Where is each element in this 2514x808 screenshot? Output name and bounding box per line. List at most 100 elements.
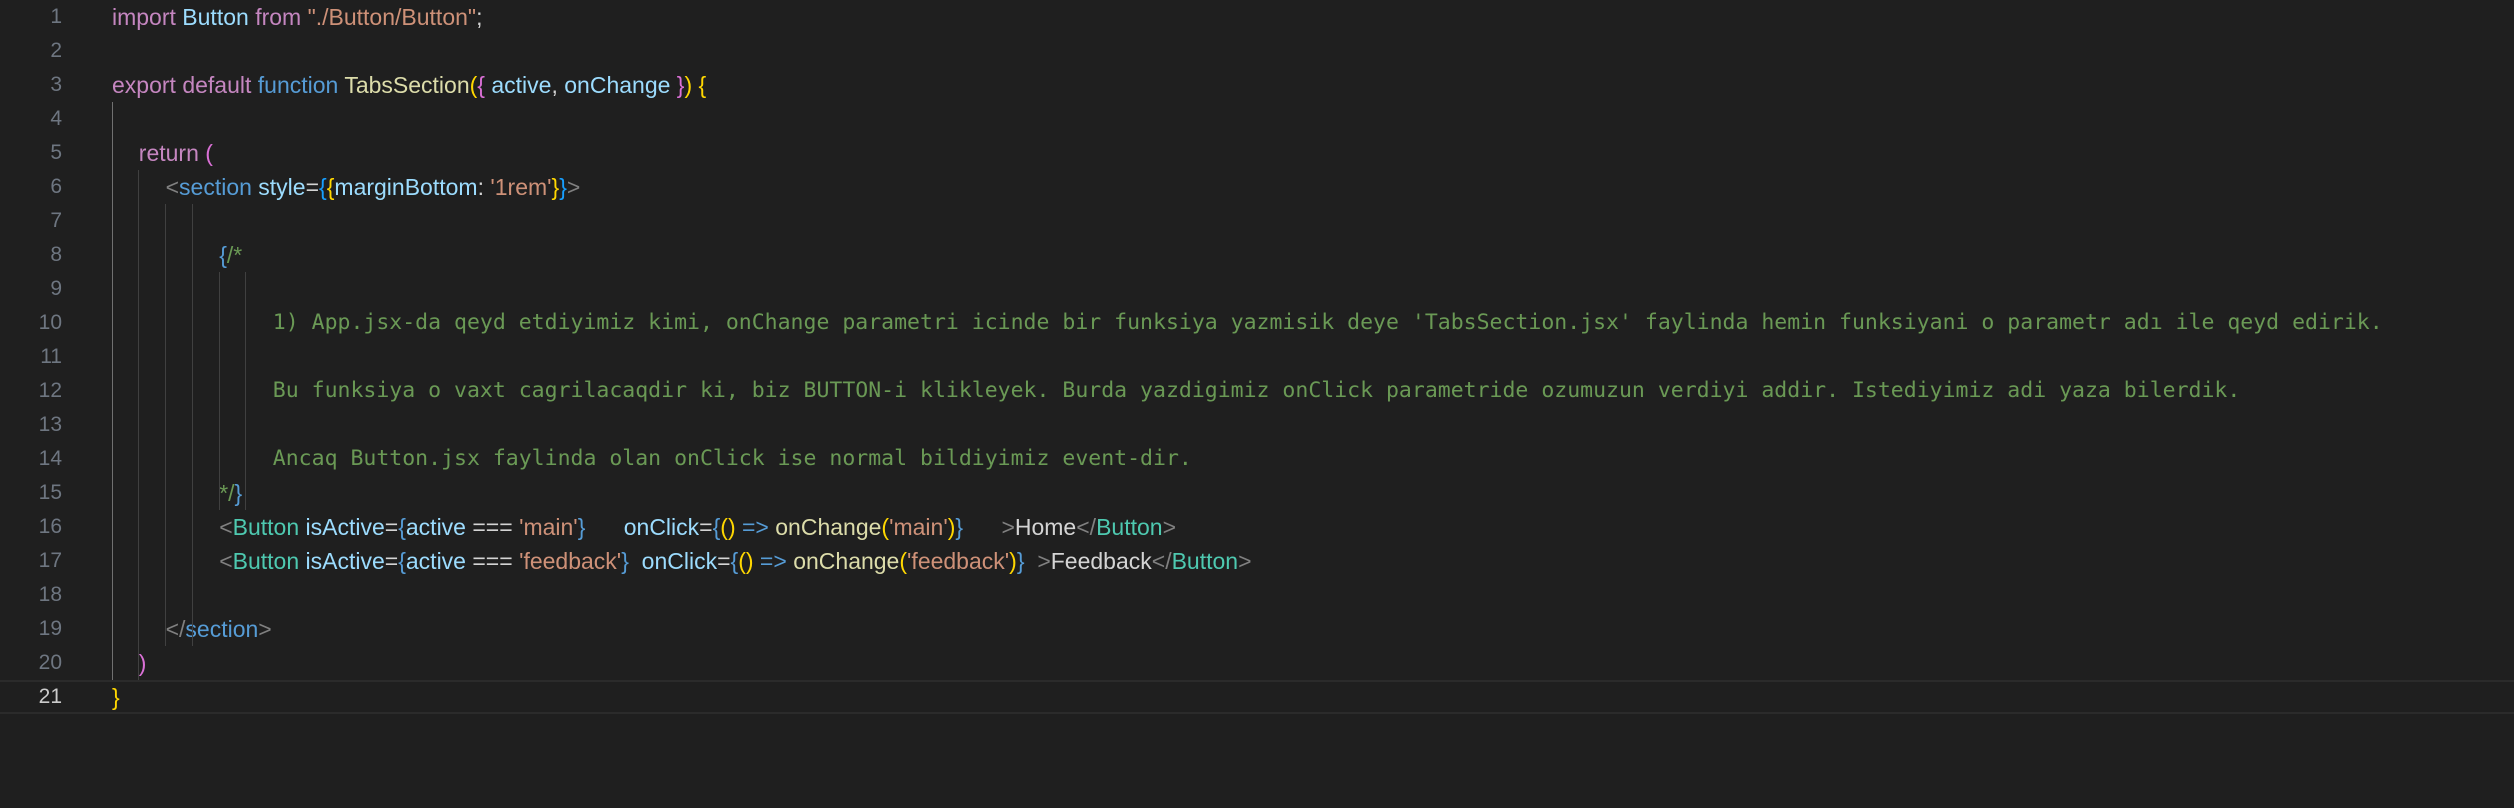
code-line[interactable]: 19 </section>	[0, 612, 2514, 646]
code-content: {/*	[219, 243, 242, 267]
code-token: ()	[738, 548, 754, 574]
code-token: active	[405, 548, 473, 574]
code-token: <	[219, 548, 233, 574]
code-token: }	[955, 514, 964, 540]
code-line[interactable]: 18	[0, 578, 2514, 612]
code-content: Bu funksiya o vaxt cagrilacaqdir ki, biz…	[273, 379, 2241, 403]
code-token: 1) App.jsx-da qeyd etdiyimiz kimi, onCha…	[272, 310, 2383, 335]
code-token: Bu funksiya o vaxt cagrilacaqdir ki, biz…	[272, 378, 2241, 403]
code-token: (	[881, 514, 890, 540]
code-line[interactable]: 3 export default function TabsSection({ a…	[0, 68, 2514, 102]
code-token: )	[684, 72, 693, 98]
code-line[interactable]: 13	[0, 408, 2514, 442]
code-token: {	[398, 514, 406, 540]
indent-guide	[138, 170, 139, 680]
code-token: </	[1151, 548, 1172, 574]
code-line[interactable]: 14 Ancaq Button.jsx faylinda olan onClick…	[0, 442, 2514, 476]
code-line[interactable]: 4	[0, 102, 2514, 136]
code-token: active	[491, 72, 552, 98]
code-token: Ancaq Button.jsx faylinda olan onClick i…	[272, 446, 1192, 471]
indent-guide	[192, 204, 193, 646]
code-token: ()	[720, 514, 736, 540]
code-line[interactable]: 11	[0, 340, 2514, 374]
code-line[interactable]: 7	[0, 204, 2514, 238]
code-content: <section style={{marginBottom: '1rem'}}>	[166, 175, 581, 199]
code-token: 'main'	[519, 514, 578, 540]
code-token: )	[1009, 548, 1017, 574]
code-token: ;	[476, 4, 483, 30]
code-line[interactable]: 2	[0, 34, 2514, 68]
line-number: 11	[40, 345, 62, 368]
code-line[interactable]: 15 */}	[0, 476, 2514, 510]
code-token: =>	[735, 514, 776, 540]
code-token: onChange	[775, 514, 882, 540]
code-token: >	[566, 174, 581, 200]
code-token: section	[179, 174, 259, 200]
code-content: <Button isActive={active === 'main'} onC…	[219, 515, 1176, 539]
code-token: ===	[472, 514, 520, 540]
code-token: :	[477, 174, 491, 200]
code-token: isActive	[305, 548, 385, 574]
code-token: {	[219, 242, 227, 268]
indent-guide	[219, 272, 220, 510]
code-content: */}	[219, 481, 242, 505]
code-token: >	[1037, 548, 1051, 574]
code-token: default	[182, 72, 258, 98]
line-number: 10	[38, 311, 62, 334]
code-token: 'feedback'	[907, 548, 1010, 574]
code-token: {	[698, 72, 707, 98]
code-token: '1rem'	[490, 174, 552, 200]
line-number: 3	[50, 73, 62, 96]
code-token: Home	[1014, 514, 1077, 540]
code-token: active	[405, 514, 473, 540]
indent-guide	[112, 102, 113, 680]
code-token: style	[258, 174, 306, 200]
code-token: TabsSection	[344, 72, 470, 98]
line-number: 7	[50, 209, 62, 232]
line-number: 5	[50, 141, 62, 164]
code-token: "./Button/Button"	[307, 4, 477, 30]
code-token: </	[165, 616, 186, 642]
code-token: {	[319, 174, 327, 200]
line-number: 14	[38, 447, 62, 470]
code-token: return	[138, 140, 206, 166]
indent-guide	[165, 204, 166, 646]
code-token: =	[384, 514, 399, 540]
code-token: onChange	[793, 548, 900, 574]
code-token: </	[1076, 514, 1097, 540]
code-token: (	[899, 548, 908, 574]
code-token: ,	[551, 72, 565, 98]
code-editor[interactable]: 1 import Button from "./Button/Button"; 2 3…	[0, 0, 2514, 808]
code-token: Button	[1171, 548, 1239, 574]
code-line[interactable]: 5 return (	[0, 136, 2514, 170]
code-token: }	[559, 174, 567, 200]
line-number: 18	[38, 583, 62, 606]
code-line[interactable]: 12 Bu funksiya o vaxt cagrilacaqdir ki, b…	[0, 374, 2514, 408]
code-token: import	[112, 4, 183, 30]
code-line[interactable]: 6 <section style={{marginBottom: '1rem'}}…	[0, 170, 2514, 204]
code-token: }	[1016, 548, 1025, 574]
code-content: export default function TabsSection({ ac…	[112, 73, 706, 97]
code-token: export	[112, 72, 183, 98]
code-token: >	[1001, 514, 1015, 540]
code-token: >	[258, 616, 272, 642]
code-line[interactable]: 16 <Button isActive={active === 'main'} o…	[0, 510, 2514, 544]
code-token: Button	[182, 4, 256, 30]
code-token: }	[621, 548, 629, 574]
code-line[interactable]: 1 import Button from "./Button/Button";	[0, 0, 2514, 34]
code-token: =	[717, 548, 731, 574]
code-line[interactable]: 20)	[0, 646, 2514, 680]
code-token: (	[205, 140, 213, 166]
code-line[interactable]: 21}	[0, 680, 2514, 714]
code-line[interactable]: 9	[0, 272, 2514, 306]
code-line[interactable]: 10 1) App.jsx-da qeyd etdiyimiz kimi, onC…	[0, 306, 2514, 340]
code-token: from	[255, 4, 308, 30]
code-line[interactable]: 8 {/*	[0, 238, 2514, 272]
code-line[interactable]: 17 <Button isActive={active === 'feedback…	[0, 544, 2514, 578]
code-token: marginBottom	[334, 174, 478, 200]
line-number: 6	[50, 175, 62, 198]
line-number: 9	[50, 277, 62, 300]
